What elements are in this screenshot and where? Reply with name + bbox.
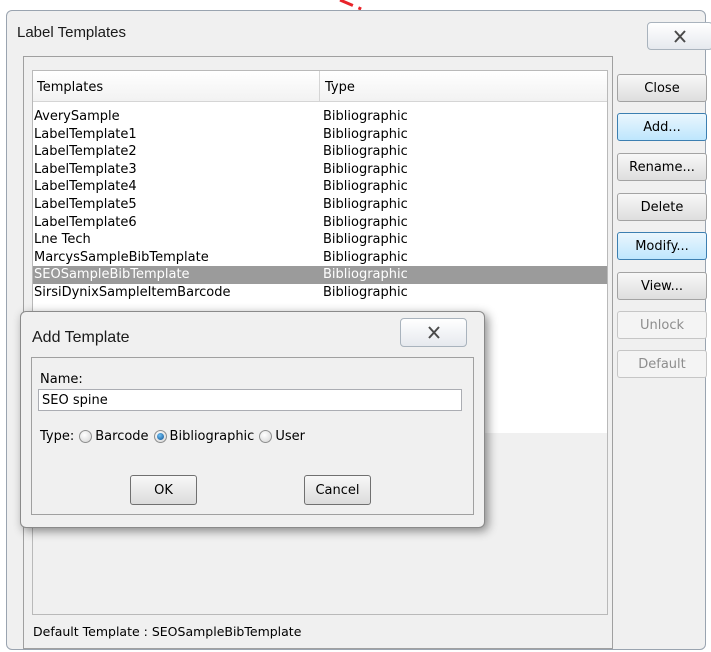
template-name-cell: LabelTemplate2 — [34, 144, 137, 160]
template-name-cell: LabelTemplate1 — [34, 126, 137, 142]
table-row[interactable]: SEOSampleBibTemplate Bibliographic — [33, 266, 607, 284]
add-button[interactable]: Add... — [617, 113, 707, 141]
table-row[interactable]: Lne Tech Bibliographic — [33, 231, 607, 249]
barcode-radio[interactable] — [79, 430, 93, 443]
cancel-button[interactable]: Cancel — [304, 475, 371, 505]
dialog-body: Name: Type: Barcode Bibliographic User O… — [31, 357, 474, 515]
template-type-cell: Bibliographic — [323, 232, 408, 248]
template-type-cell: Bibliographic — [323, 109, 408, 124]
template-name-cell: SEOSampleBibTemplate — [34, 267, 190, 283]
list-rows: AverySample Bibliographic LabelTemplate1 Bi… — [33, 108, 607, 302]
template-name-cell: AverySample — [34, 109, 120, 124]
close-button[interactable]: Close — [617, 74, 707, 102]
table-row[interactable]: AverySample Bibliographic — [33, 108, 607, 126]
table-row[interactable]: LabelTemplate3 Bibliographic — [33, 161, 607, 179]
close-icon — [674, 29, 686, 43]
table-row[interactable]: MarcysSampleBibTemplate Bibliographic — [33, 249, 607, 267]
default-button[interactable]: Default — [617, 350, 707, 378]
table-row[interactable]: LabelTemplate5 Bibliographic — [33, 196, 607, 214]
template-name-input[interactable] — [38, 389, 462, 411]
template-type-cell: Bibliographic — [323, 249, 408, 265]
bibliographic-radio-label[interactable]: Bibliographic — [170, 429, 255, 444]
template-type-cell: Bibliographic — [323, 284, 408, 300]
template-name-cell: LabelTemplate5 — [34, 196, 137, 212]
window-title: Label Templates — [17, 24, 126, 41]
user-radio-label[interactable]: User — [275, 429, 305, 444]
dialog-title: Add Template — [32, 329, 130, 346]
bibliographic-radio[interactable] — [153, 430, 167, 443]
list-header: Templates Type — [33, 71, 607, 102]
dialog-close-button[interactable] — [400, 318, 467, 347]
column-header-templates[interactable]: Templates — [37, 80, 103, 95]
table-row[interactable]: SirsiDynixSampleItemBarcode Bibliographic — [33, 284, 607, 302]
type-radio-group: Type: Barcode Bibliographic User — [40, 429, 305, 444]
table-row[interactable]: LabelTemplate4 Bibliographic — [33, 178, 607, 196]
template-type-cell: Bibliographic — [323, 144, 408, 160]
template-type-cell: Bibliographic — [323, 126, 408, 142]
barcode-radio-label[interactable]: Barcode — [95, 429, 148, 444]
default-template-status: Default Template : SEOSampleBibTemplate — [33, 624, 302, 639]
ok-button[interactable]: OK — [130, 475, 197, 505]
type-label: Type: — [40, 429, 75, 444]
template-type-cell: Bibliographic — [323, 196, 408, 212]
template-type-cell: Bibliographic — [323, 267, 408, 283]
template-name-cell: LabelTemplate4 — [34, 179, 137, 195]
name-label: Name: — [40, 372, 83, 387]
view-button[interactable]: View... — [617, 272, 707, 300]
user-radio[interactable] — [259, 430, 273, 443]
delete-button[interactable]: Delete — [617, 193, 707, 221]
template-type-cell: Bibliographic — [323, 161, 408, 177]
template-name-cell: SirsiDynixSampleItemBarcode — [34, 284, 231, 300]
window-close-button[interactable] — [647, 22, 711, 50]
table-row[interactable]: LabelTemplate6 Bibliographic — [33, 214, 607, 232]
add-template-dialog: Add Template Name: Type: Barcode Bibliog… — [20, 311, 485, 528]
template-type-cell: Bibliographic — [323, 214, 408, 230]
rename-button[interactable]: Rename... — [617, 153, 707, 181]
template-name-cell: LabelTemplate3 — [34, 161, 137, 177]
table-row[interactable]: LabelTemplate1 Bibliographic — [33, 126, 607, 144]
close-icon — [427, 326, 440, 339]
table-row[interactable]: LabelTemplate2 Bibliographic — [33, 143, 607, 161]
template-name-cell: MarcysSampleBibTemplate — [34, 249, 209, 265]
unlock-button[interactable]: Unlock — [617, 311, 707, 339]
template-name-cell: Lne Tech — [34, 232, 91, 248]
modify-button[interactable]: Modify... — [617, 232, 707, 260]
template-name-cell: LabelTemplate6 — [34, 214, 137, 230]
column-header-type[interactable]: Type — [325, 80, 355, 95]
template-type-cell: Bibliographic — [323, 179, 408, 195]
